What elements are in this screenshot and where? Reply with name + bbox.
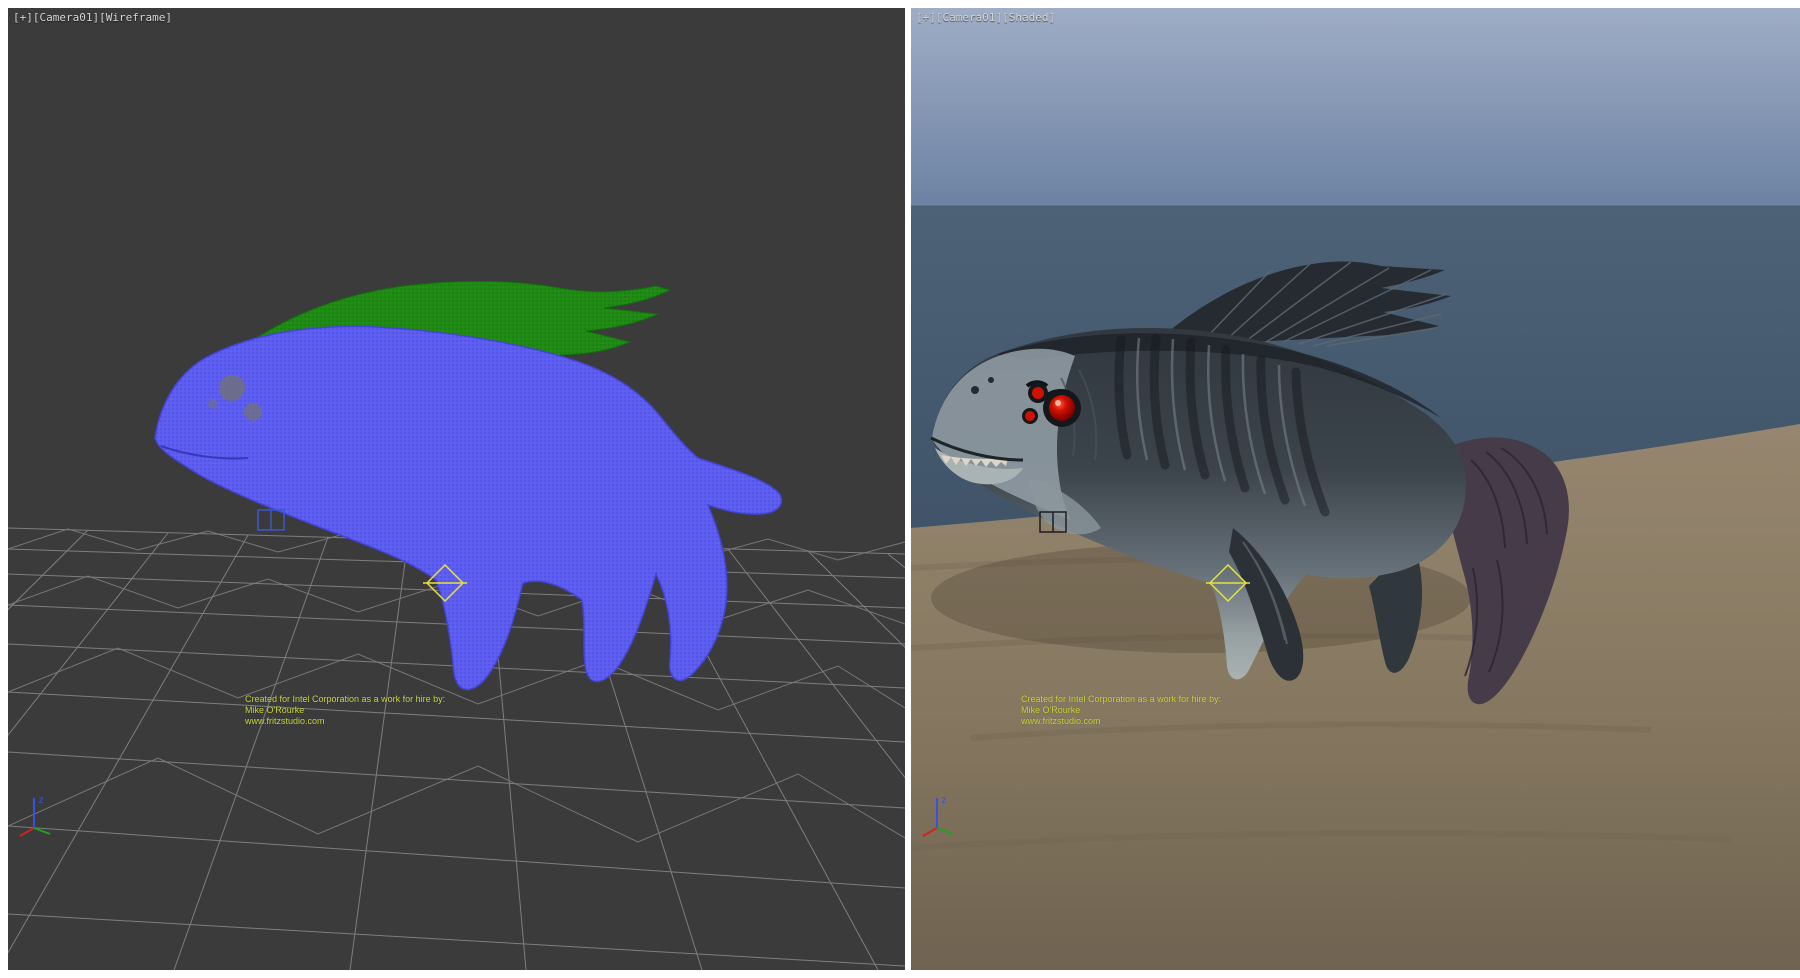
world-axis-tripod-right: z	[917, 788, 965, 840]
fish-eye-large	[219, 375, 245, 401]
viewport-menu-general[interactable]: [+]	[13, 11, 33, 24]
watermark-line1: Created for Intel Corporation as a work …	[245, 694, 445, 705]
fish-body-texture	[155, 326, 781, 689]
axis-z-label: z	[941, 795, 947, 806]
wireframe-canvas	[8, 8, 905, 970]
eye-3	[1025, 411, 1035, 421]
watermark-line3: www.fritzstudio.com	[1021, 716, 1221, 727]
axis-y-line	[34, 828, 50, 834]
watermark-line3: www.fritzstudio.com	[245, 716, 445, 727]
fish-model-wireframe[interactable]	[155, 281, 781, 689]
nostril-1	[971, 386, 979, 394]
watermark-line2: Mike O'Rourke	[245, 705, 445, 716]
viewport-menu-camera[interactable]: [Camera01]	[33, 11, 99, 24]
watermark-line1: Created for Intel Corporation as a work …	[1021, 694, 1221, 705]
eye-main	[1049, 395, 1075, 421]
watermark-left: Created for Intel Corporation as a work …	[245, 694, 445, 727]
viewport-wireframe[interactable]: [+][Camera01][Wireframe] Created for Int…	[8, 8, 905, 970]
sky	[911, 8, 1800, 205]
axis-y-line	[937, 828, 953, 834]
eye-2	[1032, 387, 1044, 399]
world-axis-tripod-left: z	[14, 788, 62, 840]
axis-x-line	[923, 828, 937, 836]
eye-main-highlight	[1055, 400, 1061, 406]
axis-x-line	[20, 828, 34, 836]
axis-z-label: z	[38, 795, 44, 806]
viewport-menu-shading[interactable]: [Wireframe]	[99, 11, 172, 24]
viewport-menu-shading[interactable]: [Shaded]	[1002, 11, 1055, 24]
viewport-label-left: [+][Camera01][Wireframe]	[13, 11, 172, 24]
viewport-label-right: [+][Camera01][Shaded]	[916, 11, 1055, 24]
viewport-menu-camera[interactable]: [Camera01]	[936, 11, 1002, 24]
viewport-menu-general[interactable]: [+]	[916, 11, 936, 24]
nostril-2	[988, 377, 994, 383]
screenshot-root: { "viewports": { "left": { "label_plus":…	[0, 0, 1800, 978]
watermark-line2: Mike O'Rourke	[1021, 705, 1221, 716]
viewport-shaded[interactable]: [+][Camera01][Shaded] Created for Intel …	[911, 8, 1800, 970]
fish-spot	[208, 399, 218, 409]
watermark-right: Created for Intel Corporation as a work …	[1021, 694, 1221, 727]
fish-eye-small	[244, 403, 262, 421]
helper-box[interactable]	[258, 510, 284, 530]
shaded-canvas	[911, 8, 1800, 970]
